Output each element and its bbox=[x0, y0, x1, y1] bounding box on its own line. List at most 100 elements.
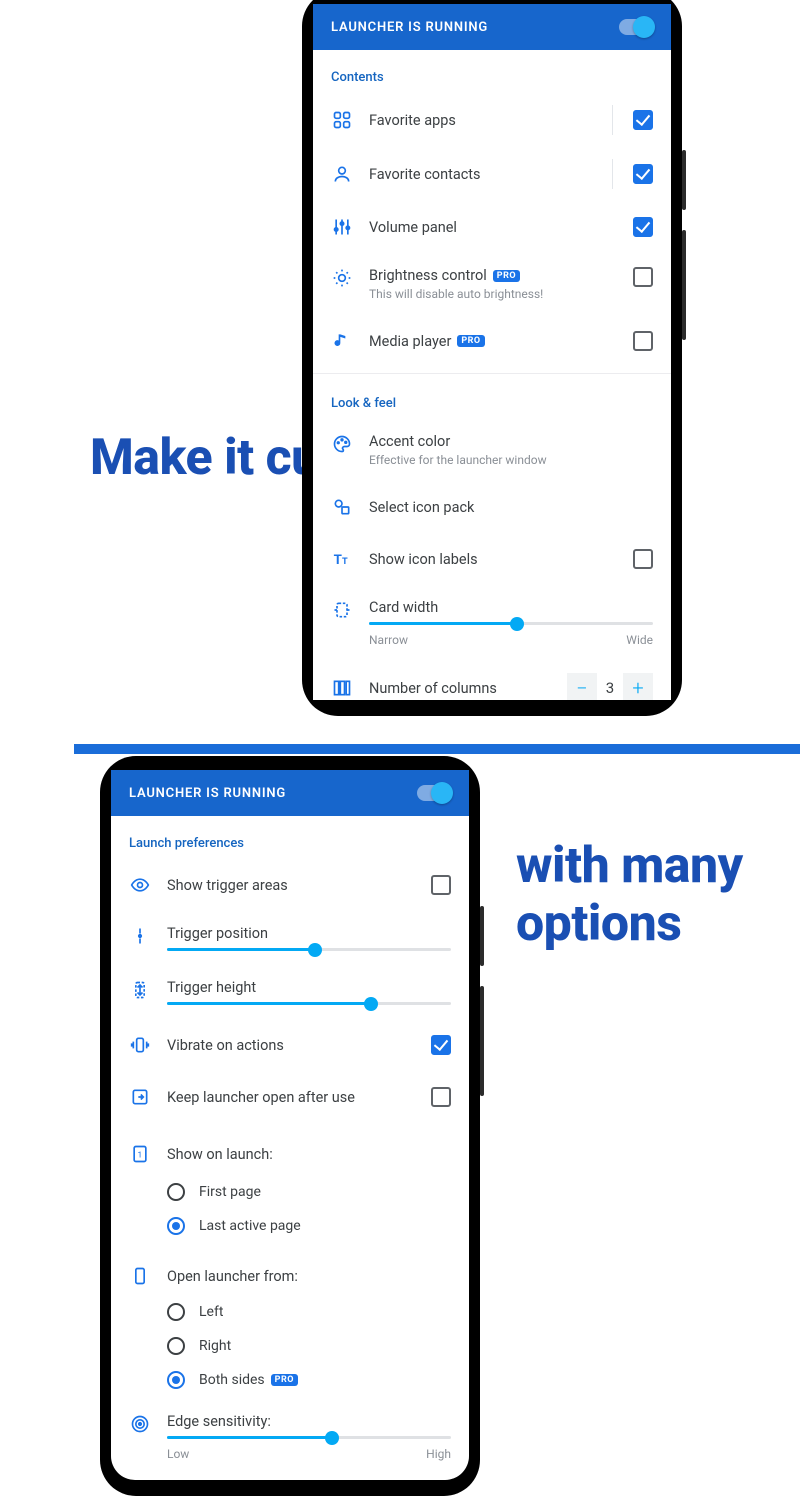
trigger-areas-checkbox[interactable] bbox=[431, 875, 451, 895]
row-open-from: Open launcher from: bbox=[111, 1243, 469, 1295]
row-label: Favorite apps bbox=[369, 112, 596, 129]
brightness-icon bbox=[331, 267, 353, 289]
radio-icon bbox=[167, 1217, 185, 1235]
launcher-running-toggle[interactable] bbox=[417, 785, 451, 801]
radio-label: First page bbox=[199, 1184, 261, 1200]
columns-increment[interactable]: + bbox=[623, 673, 653, 700]
row-label: Select icon pack bbox=[369, 499, 653, 516]
radio-left[interactable]: Left bbox=[111, 1295, 469, 1329]
row-columns: Number of columns − 3 + bbox=[313, 661, 671, 700]
columns-stepper: − 3 + bbox=[567, 673, 653, 700]
promo-divider bbox=[74, 744, 800, 754]
row-label: Number of columns bbox=[369, 680, 551, 697]
vertical-position-icon bbox=[129, 925, 151, 947]
row-label: Favorite contacts bbox=[369, 166, 596, 183]
row-icon-labels[interactable]: TT Show icon labels bbox=[313, 533, 671, 585]
row-card-width[interactable]: Card width Narrow Wide bbox=[313, 585, 671, 661]
row-edge-sensitivity[interactable]: Edge sensitivity: Low High bbox=[111, 1397, 469, 1475]
row-label: Brightness control bbox=[369, 267, 487, 284]
phone-side-button bbox=[682, 150, 686, 210]
row-volume-panel[interactable]: Volume panel bbox=[313, 201, 671, 253]
page-icon: 1 bbox=[129, 1143, 151, 1165]
media-player-checkbox[interactable] bbox=[633, 331, 653, 351]
phone-edge-icon bbox=[129, 1265, 151, 1287]
radio-right[interactable]: Right bbox=[111, 1329, 469, 1363]
row-icon-pack[interactable]: Select icon pack bbox=[313, 481, 671, 533]
row-label: Accent color bbox=[369, 433, 653, 450]
vibrate-checkbox[interactable] bbox=[431, 1035, 451, 1055]
svg-text:T: T bbox=[342, 557, 348, 567]
row-label: Trigger height bbox=[167, 979, 451, 996]
target-icon bbox=[129, 1413, 151, 1435]
favorite-apps-checkbox[interactable] bbox=[633, 110, 653, 130]
radio-label: Both sides bbox=[199, 1372, 265, 1388]
radio-label: Left bbox=[199, 1304, 223, 1320]
app-bar: LAUNCHER IS RUNNING bbox=[111, 770, 469, 816]
eye-icon bbox=[129, 874, 151, 896]
keep-open-checkbox[interactable] bbox=[431, 1087, 451, 1107]
height-icon bbox=[129, 979, 151, 1001]
row-trigger-position[interactable]: Trigger position bbox=[111, 911, 469, 965]
radio-icon bbox=[167, 1183, 185, 1201]
row-keep-open[interactable]: Keep launcher open after use bbox=[111, 1071, 469, 1123]
sliders-icon bbox=[331, 216, 353, 238]
row-trigger-height[interactable]: Trigger height bbox=[111, 965, 469, 1019]
vibrate-icon bbox=[129, 1034, 151, 1056]
row-brightness-control[interactable]: Brightness controlPRO This will disable … bbox=[313, 253, 671, 315]
row-label: Vibrate on actions bbox=[167, 1037, 415, 1054]
row-label: Show trigger areas bbox=[167, 877, 415, 894]
trigger-position-slider[interactable] bbox=[167, 948, 451, 951]
width-icon bbox=[331, 599, 353, 621]
columns-decrement[interactable]: − bbox=[567, 673, 597, 700]
slider-max-label: High bbox=[426, 1447, 451, 1461]
phone-side-button bbox=[480, 986, 484, 1096]
row-favorite-apps[interactable]: Favorite apps bbox=[313, 93, 671, 147]
row-label: Media player bbox=[369, 333, 451, 350]
svg-text:1: 1 bbox=[138, 1150, 143, 1160]
volume-panel-checkbox[interactable] bbox=[633, 217, 653, 237]
radio-icon bbox=[167, 1371, 185, 1389]
slider-min-label: Low bbox=[167, 1447, 189, 1461]
radio-last-active[interactable]: Last active page bbox=[111, 1209, 469, 1243]
music-note-icon bbox=[331, 330, 353, 352]
row-label: Volume panel bbox=[369, 219, 617, 236]
row-vibrate[interactable]: Vibrate on actions bbox=[111, 1019, 469, 1071]
pro-badge: PRO bbox=[457, 335, 484, 347]
row-label: Keep launcher open after use bbox=[167, 1089, 415, 1106]
trigger-height-slider[interactable] bbox=[167, 1002, 451, 1005]
row-label: Show icon labels bbox=[369, 551, 617, 568]
row-label: Edge sensitivity: bbox=[167, 1413, 451, 1430]
caption-bottom: with many options bbox=[516, 838, 800, 953]
radio-icon bbox=[167, 1303, 185, 1321]
section-divider bbox=[313, 373, 671, 374]
section-header-contents: Contents bbox=[313, 50, 671, 93]
radio-first-page[interactable]: First page bbox=[111, 1175, 469, 1209]
columns-icon bbox=[331, 677, 353, 699]
radio-label: Right bbox=[199, 1338, 231, 1354]
row-subtext: This will disable auto brightness! bbox=[369, 287, 617, 301]
radio-icon bbox=[167, 1337, 185, 1355]
app-bar: LAUNCHER IS RUNNING bbox=[313, 4, 671, 50]
card-width-slider[interactable] bbox=[369, 622, 653, 625]
row-trigger-areas[interactable]: Show trigger areas bbox=[111, 859, 469, 911]
edge-info: i Higher sensitivity may conflict with a… bbox=[111, 1475, 469, 1480]
row-accent-color[interactable]: Accent color Effective for the launcher … bbox=[313, 419, 671, 481]
slider-min-label: Narrow bbox=[369, 633, 408, 647]
radio-both-sides[interactable]: Both sidesPRO bbox=[111, 1363, 469, 1397]
vertical-divider bbox=[612, 159, 613, 189]
columns-value: 3 bbox=[597, 679, 623, 697]
icon-labels-checkbox[interactable] bbox=[633, 549, 653, 569]
row-media-player[interactable]: Media player PRO bbox=[313, 315, 671, 367]
favorite-contacts-checkbox[interactable] bbox=[633, 164, 653, 184]
launcher-running-toggle[interactable] bbox=[619, 19, 653, 35]
app-bar-title: LAUNCHER IS RUNNING bbox=[331, 20, 488, 35]
row-subtext: Effective for the launcher window bbox=[369, 453, 653, 467]
row-favorite-contacts[interactable]: Favorite contacts bbox=[313, 147, 671, 201]
brightness-checkbox[interactable] bbox=[633, 267, 653, 287]
svg-text:T: T bbox=[334, 553, 342, 568]
edge-sensitivity-slider[interactable] bbox=[167, 1436, 451, 1439]
row-label: Trigger position bbox=[167, 925, 451, 942]
row-label: Open launcher from: bbox=[167, 1268, 451, 1285]
person-icon bbox=[331, 163, 353, 185]
row-show-on-launch: 1 Show on launch: bbox=[111, 1123, 469, 1175]
